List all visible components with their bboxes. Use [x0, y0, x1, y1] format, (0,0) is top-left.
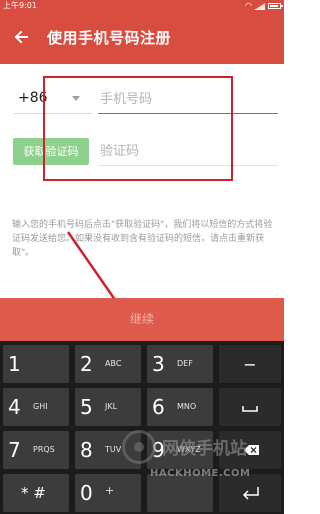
key-number: 3	[152, 352, 165, 376]
key-letters: MNO	[177, 402, 197, 411]
enter-key[interactable]	[219, 474, 281, 512]
numeric-keypad: 1 2 ABC 3 DEF − 4 GHI 5 JKL 6 MNO 7 PRQS…	[0, 341, 284, 514]
wifi-icon: ◠	[245, 1, 252, 10]
key-letters: ABC	[105, 359, 122, 368]
key-3[interactable]: 3 DEF	[147, 345, 213, 383]
minus-icon: −	[243, 354, 257, 374]
key-letters: WXYZ	[177, 445, 201, 454]
app-bar: 使用手机号码注册	[0, 12, 284, 64]
key-number: 7	[8, 438, 21, 462]
phone-number-input[interactable]	[98, 86, 276, 112]
key-2[interactable]: 2 ABC	[75, 345, 141, 383]
hint-text: 输入您的手机号码后点击"获取验证码"，我们将以短信的方式将验证码发送给您。如果没…	[12, 220, 273, 258]
phone-input-underline	[98, 113, 278, 114]
key-letters: GHI	[33, 402, 48, 411]
chevron-down-icon[interactable]	[72, 96, 80, 101]
key-8[interactable]: 8 TUV	[75, 431, 141, 469]
key-7[interactable]: 7 PRQS	[3, 431, 69, 469]
key-number: 9	[152, 438, 165, 462]
key-number: 4	[8, 395, 21, 419]
key-4[interactable]: 4 GHI	[3, 388, 69, 426]
key-letters: PRQS	[33, 445, 55, 454]
signal-icon	[255, 2, 265, 10]
status-bar: 上午9:01 ◠	[0, 0, 284, 12]
backspace-icon	[244, 445, 259, 455]
key-letters: JKL	[105, 402, 118, 411]
minus-key[interactable]: −	[219, 345, 281, 383]
key-number: 2	[80, 352, 93, 376]
key-6[interactable]: 6 MNO	[147, 388, 213, 426]
key-1[interactable]: 1	[3, 345, 69, 383]
key-letters: TUV	[105, 445, 122, 454]
code-input-underline	[98, 165, 278, 166]
continue-button[interactable]: 继续	[0, 298, 284, 341]
country-code-underline	[14, 113, 92, 114]
status-icons: ◠	[245, 0, 283, 12]
key-number: 1	[8, 352, 21, 376]
key-blank[interactable]	[147, 474, 213, 512]
key-number: 6	[152, 395, 165, 419]
backspace-key[interactable]	[219, 431, 281, 469]
key-letters: DEF	[177, 359, 193, 368]
key-star-hash[interactable]: * #	[3, 474, 69, 512]
key-0[interactable]: 0 +	[75, 474, 141, 512]
country-code-selector[interactable]: +86	[18, 88, 48, 108]
space-key[interactable]	[219, 388, 281, 426]
battery-icon	[268, 3, 283, 9]
page-title: 使用手机号码注册	[47, 29, 172, 47]
key-number: * #	[21, 484, 46, 502]
key-5[interactable]: 5 JKL	[75, 388, 141, 426]
get-verification-code-button[interactable]: 获取验证码	[13, 138, 89, 165]
key-number: 8	[80, 438, 93, 462]
key-number: 5	[80, 395, 93, 419]
enter-icon	[242, 487, 259, 500]
verification-code-input[interactable]	[98, 138, 276, 164]
key-letters: +	[105, 484, 115, 497]
status-time: 上午9:01	[3, 1, 37, 10]
key-number: 0	[80, 481, 93, 505]
key-9[interactable]: 9 WXYZ	[147, 431, 213, 469]
space-icon	[242, 406, 258, 412]
back-button[interactable]	[8, 24, 34, 50]
arrow-left-icon	[14, 30, 28, 44]
